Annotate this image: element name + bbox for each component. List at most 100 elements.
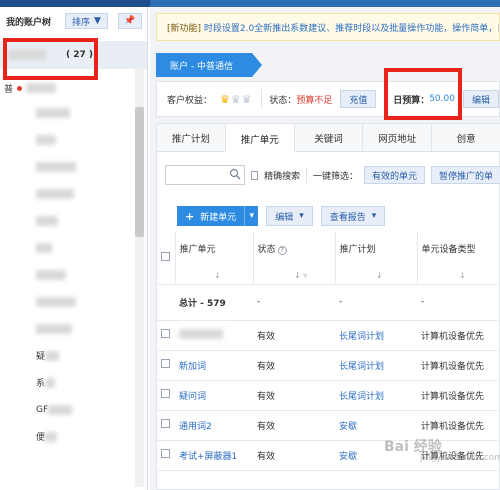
unit-link[interactable]: 考试+屏蔽器1 xyxy=(179,452,237,462)
row-plan[interactable]: 长尾词计划 xyxy=(335,350,417,381)
edit-dropdown[interactable]: 编辑 ▾ xyxy=(266,206,313,226)
budget-value: 50.00 xyxy=(429,94,455,104)
help-icon[interactable]: ? xyxy=(277,246,287,255)
tree-item[interactable]: 便 xyxy=(0,423,140,450)
col-device-label: 单元设备类型 xyxy=(421,245,476,255)
tree-item[interactable] xyxy=(0,126,140,153)
col-unit[interactable]: 推广单元 ↓ xyxy=(175,232,254,285)
col-plan-label: 推广计划 xyxy=(339,245,376,255)
tree-item[interactable] xyxy=(0,234,140,261)
unit-link[interactable]: 疑问词 xyxy=(179,392,206,402)
sort-icon[interactable]: ↓ xyxy=(214,271,221,280)
chevron-down-icon: ▾ xyxy=(299,211,304,221)
notice-link[interactable]: 时段设置2.0全新推出系数建议、推荐时段以及批量操作功能，操作简单，自 xyxy=(204,21,499,34)
account-tab[interactable]: 账户 - 中普通信 xyxy=(156,53,262,77)
tree-item[interactable]: 疑 xyxy=(0,342,140,369)
tree-root-item[interactable]: 普 xyxy=(0,77,140,99)
pin-icon[interactable]: 📌 xyxy=(117,13,142,29)
benefit-label: 客户权益： xyxy=(167,95,213,106)
tab-campaign[interactable]: 推广计划 xyxy=(157,124,226,152)
tree-item-blurred xyxy=(36,296,76,307)
row-unit[interactable]: 通用词2 xyxy=(175,410,253,441)
sort-filter-icon[interactable]: ↓ ▿ xyxy=(294,271,307,280)
plan-link[interactable]: 安歇 xyxy=(339,452,357,462)
col-status[interactable]: 状态? ↓ ▿ xyxy=(253,232,336,285)
tree-item-blurred xyxy=(48,404,73,415)
report-label: 查看报告 xyxy=(329,212,366,223)
plan-link[interactable]: 安歇 xyxy=(339,422,357,432)
total-device: - xyxy=(417,284,500,321)
filter-valid-units[interactable]: 有效的单元 xyxy=(363,166,425,184)
search-input[interactable] xyxy=(165,165,245,185)
col-plan[interactable]: 推广计划 ↓ xyxy=(335,232,418,285)
tree-item-blurred xyxy=(36,134,56,145)
row-status: 有效 xyxy=(253,320,335,351)
plan-link[interactable]: 长尾词计划 xyxy=(339,362,384,372)
tree-item[interactable]: 系 xyxy=(0,369,140,396)
tab-creative[interactable]: 创意 xyxy=(432,124,500,152)
account-tree-sidebar: 我的账户树 排序 ▼ 📌 ( 27 ) 普 疑系 GF 便 xyxy=(0,7,148,490)
tab-unit[interactable]: 推广单元 xyxy=(225,124,295,153)
tree-item-blurred xyxy=(36,215,58,226)
exact-search-checkbox[interactable] xyxy=(250,170,259,180)
unit-link[interactable]: 新加词 xyxy=(179,362,206,372)
row-status: 有效 xyxy=(253,350,335,381)
row-status: 有效 xyxy=(253,380,335,411)
tree-item[interactable] xyxy=(0,288,140,315)
sort-icon[interactable]: ↓ xyxy=(376,271,383,280)
col-device[interactable]: 单元设备类型 ↓ xyxy=(417,232,500,285)
row-checkbox[interactable] xyxy=(161,419,170,428)
row-checkbox[interactable] xyxy=(161,449,170,458)
tree-item[interactable] xyxy=(0,207,140,234)
sidebar-header: 我的账户树 排序 ▼ 📌 xyxy=(0,7,147,35)
tree-item[interactable] xyxy=(0,153,140,180)
exact-search-label: 精确搜索 xyxy=(264,171,301,182)
tree-item[interactable] xyxy=(0,261,140,288)
filter-paused-units[interactable]: 暂停推广的单 xyxy=(430,166,500,184)
row-checkbox[interactable] xyxy=(161,389,170,398)
sort-button[interactable]: 排序 ▼ xyxy=(65,13,108,29)
table-row[interactable]: 疑问词 有效 长尾词计划 计算机设备优先 xyxy=(157,380,500,411)
row-unit[interactable]: 考试+屏蔽器1 xyxy=(175,440,253,471)
unit-table: 推广单元 ↓ 状态? ↓ ▿ 推广计划 ↓ 单元设备类型 ↓ 总计 - 579 - - … xyxy=(157,232,500,471)
chevron-down-icon[interactable]: ▾ xyxy=(244,206,258,226)
row-checkbox[interactable] xyxy=(161,329,170,338)
select-all-checkbox[interactable] xyxy=(161,252,170,261)
row-unit[interactable] xyxy=(175,320,253,351)
recharge-button[interactable]: 充值 xyxy=(340,90,377,108)
report-dropdown[interactable]: 查看报告 ▾ xyxy=(320,206,386,226)
tab-keyword[interactable]: 关键词 xyxy=(295,124,364,152)
table-row[interactable]: 新加词 有效 长尾词计划 计算机设备优先 xyxy=(157,350,500,381)
edit-budget-button[interactable]: 编辑 xyxy=(462,90,499,108)
plan-link[interactable]: 长尾词计划 xyxy=(339,392,384,402)
row-device: 计算机设备优先 xyxy=(417,350,500,381)
row-plan[interactable]: 长尾词计划 xyxy=(335,380,417,411)
sort-icon[interactable]: ↓ xyxy=(459,271,466,280)
account-root-row[interactable]: ( 27 ) xyxy=(0,41,147,69)
row-unit[interactable]: 新加词 xyxy=(175,350,253,381)
table-row[interactable]: 有效 长尾词计划 计算机设备优先 xyxy=(157,320,500,351)
edit-label: 编辑 xyxy=(275,212,294,223)
tree-item-label: 系 xyxy=(36,379,46,389)
unit-link[interactable]: 通用词2 xyxy=(179,422,212,432)
top-banner-strip xyxy=(0,0,500,7)
tree-item-label: GF xyxy=(36,404,49,415)
sidebar-scrollbar-thumb[interactable] xyxy=(135,107,144,237)
tree-root-label: 普 xyxy=(4,84,14,95)
tree-item-blurred xyxy=(36,242,52,253)
row-unit[interactable]: 疑问词 xyxy=(175,380,253,411)
new-feature-notice: [新功能] 时段设置2.0全新推出系数建议、推荐时段以及批量操作功能，操作简单，… xyxy=(156,13,500,41)
new-unit-button[interactable]: + 新建单元 ▾ xyxy=(177,206,259,226)
row-plan[interactable]: 长尾词计划 xyxy=(335,320,417,351)
account-tree: 普 疑系 GF 便 xyxy=(0,77,140,450)
tree-item[interactable]: GF xyxy=(0,396,140,423)
tree-item[interactable] xyxy=(0,99,140,126)
star-icon: ♛ xyxy=(230,92,242,106)
star-icon: ♛ xyxy=(241,92,253,106)
tree-item[interactable] xyxy=(0,180,140,207)
tab-url[interactable]: 网页地址 xyxy=(363,124,433,152)
tree-item[interactable] xyxy=(0,315,140,342)
row-checkbox[interactable] xyxy=(161,359,170,368)
sort-label: 排序 xyxy=(72,17,91,28)
plan-link[interactable]: 长尾词计划 xyxy=(339,332,384,342)
